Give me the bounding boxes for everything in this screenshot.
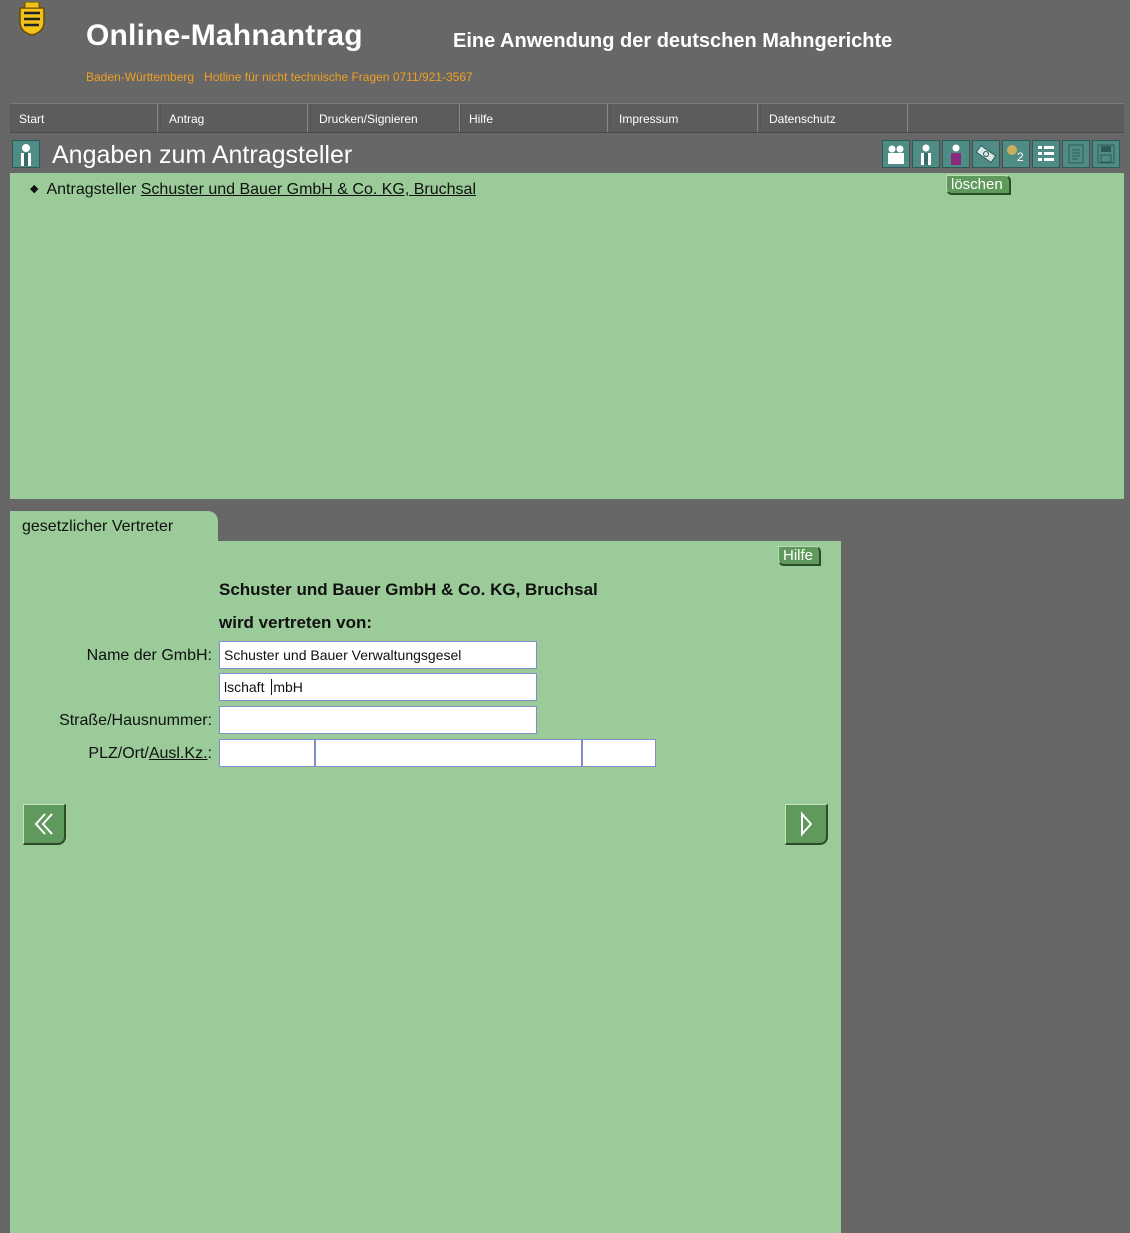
plz-label-suffix: : (207, 745, 212, 762)
section-header: Angaben zum Antragsteller 2 (10, 137, 1124, 173)
person-icon (12, 140, 40, 168)
hotline-info: Baden-Württemberg Hotline für nicht techn… (86, 68, 473, 86)
person-purple-icon[interactable] (942, 140, 970, 168)
help-button[interactable]: Hilfe (778, 546, 822, 566)
plz-label-prefix: PLZ/Ort/ (88, 745, 149, 762)
chevron-right-icon (801, 811, 813, 837)
state-name: Baden-Württemberg (86, 70, 195, 84)
main-menu: Start Antrag Drucken/Signieren Hilfe Imp… (10, 103, 1124, 133)
save-icon[interactable] (1092, 140, 1120, 168)
street-input[interactable] (219, 706, 537, 734)
street-label: Straße/Hausnummer: (59, 712, 212, 729)
company-heading: Schuster und Bauer GmbH & Co. KG, Bruchs… (219, 580, 598, 599)
tab-gesetzlicher-vertreter[interactable]: gesetzlicher Vertreter (10, 511, 218, 541)
country-code-input[interactable] (582, 739, 656, 767)
hotline-text: Hotline für nicht technische Fragen 0711… (204, 70, 473, 84)
name-line2-text-before: lschaft (224, 679, 269, 695)
menu-item-antrag[interactable]: Antrag (160, 104, 308, 132)
ausl-kz-link[interactable]: Ausl.Kz. (149, 745, 208, 762)
representative-form: Hilfe Schuster und Bauer GmbH & Co. KG, … (10, 541, 841, 1233)
plz-label: PLZ/Ort/Ausl.Kz.: (12, 743, 212, 765)
city-input[interactable] (315, 739, 582, 767)
applicant-list-panel: ◆ Antragsteller Schuster und Bauer GmbH &… (10, 173, 1124, 499)
double-chevron-left-icon (34, 813, 53, 835)
menu-item-start[interactable]: Start (10, 104, 158, 132)
app-title: Online-Mahnantrag (86, 19, 363, 52)
name-input-line2[interactable]: lschaft mbH (219, 673, 537, 701)
next-button[interactable] (785, 804, 828, 845)
applicant-prefix: Antragsteller (46, 181, 137, 198)
coat-of-arms-logo (18, 1, 46, 36)
delete-button[interactable]: löschen (946, 175, 1011, 195)
menu-item-datenschutz[interactable]: Datenschutz (760, 104, 908, 132)
list-icon[interactable] (1032, 140, 1060, 168)
plz-input[interactable] (219, 739, 315, 767)
bullet-icon: ◆ (30, 183, 39, 195)
menu-item-hilfe[interactable]: Hilfe (460, 104, 608, 132)
money-icon[interactable] (972, 140, 1000, 168)
list-item: ◆ Antragsteller Schuster und Bauer GmbH &… (30, 179, 476, 200)
name-input-line1[interactable]: Schuster und Bauer Verwaltungsgesel (219, 641, 537, 669)
menu-item-impressum[interactable]: Impressum (610, 104, 758, 132)
svg-text:2: 2 (1017, 150, 1024, 164)
applicant-link[interactable]: Schuster und Bauer GmbH & Co. KG, Bruchs… (141, 181, 476, 198)
represented-by-heading: wird vertreten von: (219, 613, 373, 632)
page-title: Angaben zum Antragsteller (52, 141, 353, 169)
menu-item-drucken[interactable]: Drucken/Signieren (310, 104, 460, 132)
people-icon[interactable] (882, 140, 910, 168)
person-icon[interactable] (912, 140, 940, 168)
document-icon[interactable] (1062, 140, 1090, 168)
calculator-icon[interactable]: 2 (1002, 140, 1030, 168)
name-label: Name der GmbH: (86, 647, 212, 664)
toolbar: 2 (882, 140, 1120, 168)
back-button[interactable] (23, 804, 66, 845)
app-subtitle: Eine Anwendung der deutschen Mahngericht… (453, 30, 893, 52)
name-line2-text-after: mbH (273, 679, 303, 695)
